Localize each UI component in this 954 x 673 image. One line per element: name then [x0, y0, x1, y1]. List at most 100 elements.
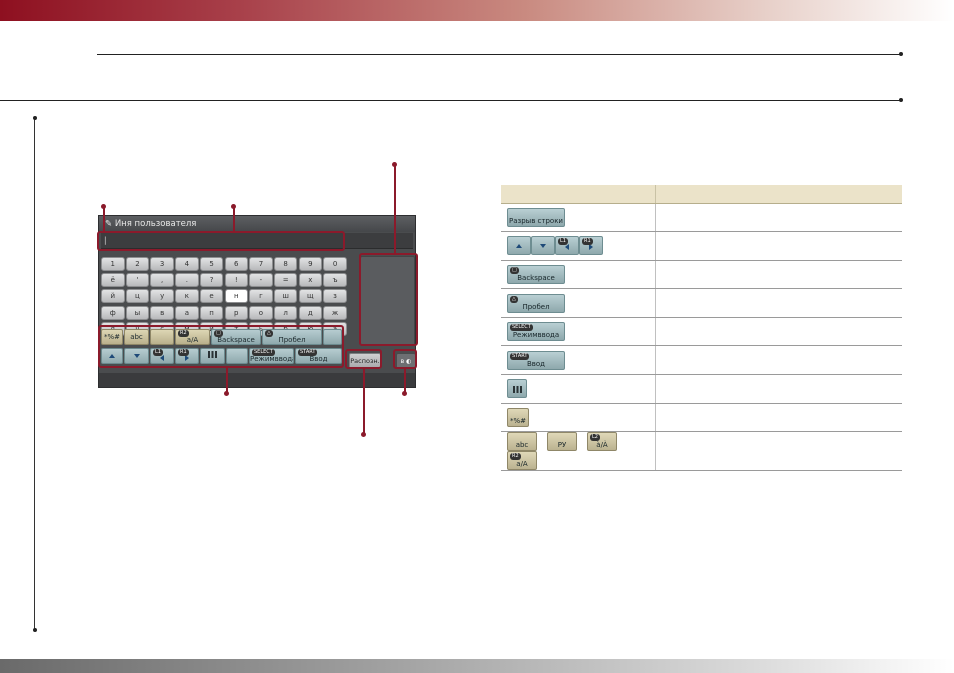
table-header-function — [655, 185, 902, 204]
key-cell: L1 R1 — [501, 231, 656, 261]
table-row: L1 R1 — [501, 231, 902, 261]
key-0-6[interactable]: 7 — [249, 257, 273, 271]
callout-box-recognize — [345, 349, 382, 369]
callout-dot-recognize — [361, 432, 366, 437]
space-key-icon: △ Пробел — [507, 293, 565, 313]
key-3-5[interactable]: р — [224, 305, 248, 320]
key-2-0[interactable]: й — [101, 289, 125, 304]
keypad-grid-glyph — [512, 386, 522, 394]
arrow-left-glyph — [565, 244, 569, 251]
key-label: Backspace — [517, 273, 555, 282]
key-1-6[interactable]: - — [249, 273, 273, 288]
key-0-1[interactable]: 2 — [125, 257, 150, 271]
key-1-8[interactable]: х — [298, 273, 323, 288]
key-0-9[interactable]: 0 — [323, 257, 347, 271]
key-0-4[interactable]: 5 — [199, 257, 224, 271]
cyrillic-key-icon: РУ — [547, 432, 577, 452]
callout-dot-fn-keys — [224, 391, 229, 396]
key-cell: □ Backspace — [501, 260, 656, 290]
key-1-3[interactable]: . — [175, 273, 199, 288]
callout-line-recognize — [363, 368, 365, 434]
key-cell: SELECT Режимввода — [501, 317, 656, 347]
key-3-1[interactable]: ы — [125, 305, 150, 320]
key-1-5[interactable]: ! — [224, 273, 248, 288]
key-1-1[interactable]: ' — [125, 273, 150, 288]
input-mode-key-icon: SELECT Режимввода — [507, 322, 565, 342]
symbols-key-icon: *%# — [507, 407, 529, 427]
key-0-8[interactable]: 9 — [298, 257, 323, 271]
callout-line-fn-keys — [226, 367, 228, 393]
key-cell — [501, 374, 656, 404]
table-row: abc РУ L2 à/À R2 a/A — [501, 431, 902, 472]
key-3-8[interactable]: д — [298, 305, 323, 320]
top-banner — [0, 0, 954, 21]
key-0-7[interactable]: 8 — [273, 257, 298, 271]
key-1-7[interactable]: = — [273, 273, 298, 288]
key-2-4[interactable]: е — [199, 289, 224, 304]
bottom-banner — [0, 659, 954, 673]
key-3-2[interactable]: в — [150, 305, 174, 320]
key-1-4[interactable]: ? — [199, 273, 224, 288]
line-break-key-icon: Разрыв строки — [507, 207, 565, 227]
function-cell — [655, 374, 902, 404]
key-2-1[interactable]: ц — [125, 289, 150, 304]
key-2-3[interactable]: к — [175, 289, 199, 304]
key-3-3[interactable]: а — [175, 305, 199, 320]
table-header-row — [501, 185, 902, 204]
key-3-7[interactable]: л — [273, 305, 298, 320]
key-1-2[interactable]: , — [150, 273, 174, 288]
header-rule-top-end — [899, 52, 903, 56]
key-2-8[interactable]: щ — [298, 289, 323, 304]
callout-box-indicator — [393, 349, 417, 369]
table-header-key — [501, 185, 656, 204]
callout-line-input — [233, 207, 235, 233]
callout-dot-indicator — [402, 391, 407, 396]
header-rule-bottom-end — [899, 98, 903, 102]
key-2-7[interactable]: ш — [273, 289, 298, 304]
key-2-9[interactable]: з — [323, 289, 347, 304]
key-3-6[interactable]: о — [249, 305, 273, 320]
function-cell — [655, 431, 902, 472]
arrow-right-key-icon: R1 — [579, 236, 603, 256]
arrow-left-key-icon: L1 — [555, 236, 579, 256]
key-tag: R1 — [582, 238, 593, 246]
function-cell — [655, 317, 902, 347]
header-rule-bottom — [0, 100, 902, 101]
key-cell: abc РУ L2 à/À R2 a/A — [501, 431, 656, 472]
keyboard-title: ✎ Иня пользователя — [99, 216, 415, 232]
key-0-0[interactable]: 1 — [101, 257, 125, 271]
key-3-4[interactable]: п — [199, 305, 224, 320]
callout-box-side-panel — [359, 253, 418, 346]
key-1-9[interactable]: ъ — [323, 273, 347, 288]
table-row: START Ввод — [501, 345, 902, 376]
key-2-6[interactable]: г — [249, 289, 273, 304]
callout-dot-input — [231, 204, 236, 209]
arrow-down-glyph — [540, 244, 546, 249]
key-0-5[interactable]: 6 — [224, 257, 248, 271]
key-label: РУ — [557, 441, 567, 450]
callout-line-side-panel — [394, 165, 396, 254]
key-label: a/A — [516, 460, 528, 469]
key-3-9[interactable]: ж — [323, 305, 347, 320]
key-1-0[interactable]: ё — [101, 273, 125, 288]
margin-line-top-end — [33, 116, 37, 120]
margin-line-bottom-end — [33, 628, 37, 632]
key-2-2[interactable]: у — [150, 289, 174, 304]
callout-line-indicator — [404, 368, 406, 393]
function-cell — [655, 345, 902, 376]
key-2-5[interactable]: н — [224, 289, 248, 304]
key-label: Пробел — [522, 302, 550, 311]
key-0-3[interactable]: 4 — [175, 257, 199, 271]
callout-dot-title — [101, 204, 106, 209]
pencil-icon: ✎ — [105, 219, 115, 229]
case-key-icon: R2 a/A — [507, 451, 537, 471]
key-3-0[interactable]: ф — [101, 305, 125, 320]
arrow-up-key-icon — [507, 236, 531, 256]
callout-line-title — [103, 207, 105, 231]
arrow-right-glyph — [589, 244, 593, 251]
key-tag: SELECT — [510, 324, 533, 332]
key-tag: △ — [510, 295, 518, 303]
key-0-2[interactable]: 3 — [150, 257, 174, 271]
key-label: Разрыв строки — [509, 216, 563, 225]
backspace-key-icon: □ Backspace — [507, 264, 565, 284]
